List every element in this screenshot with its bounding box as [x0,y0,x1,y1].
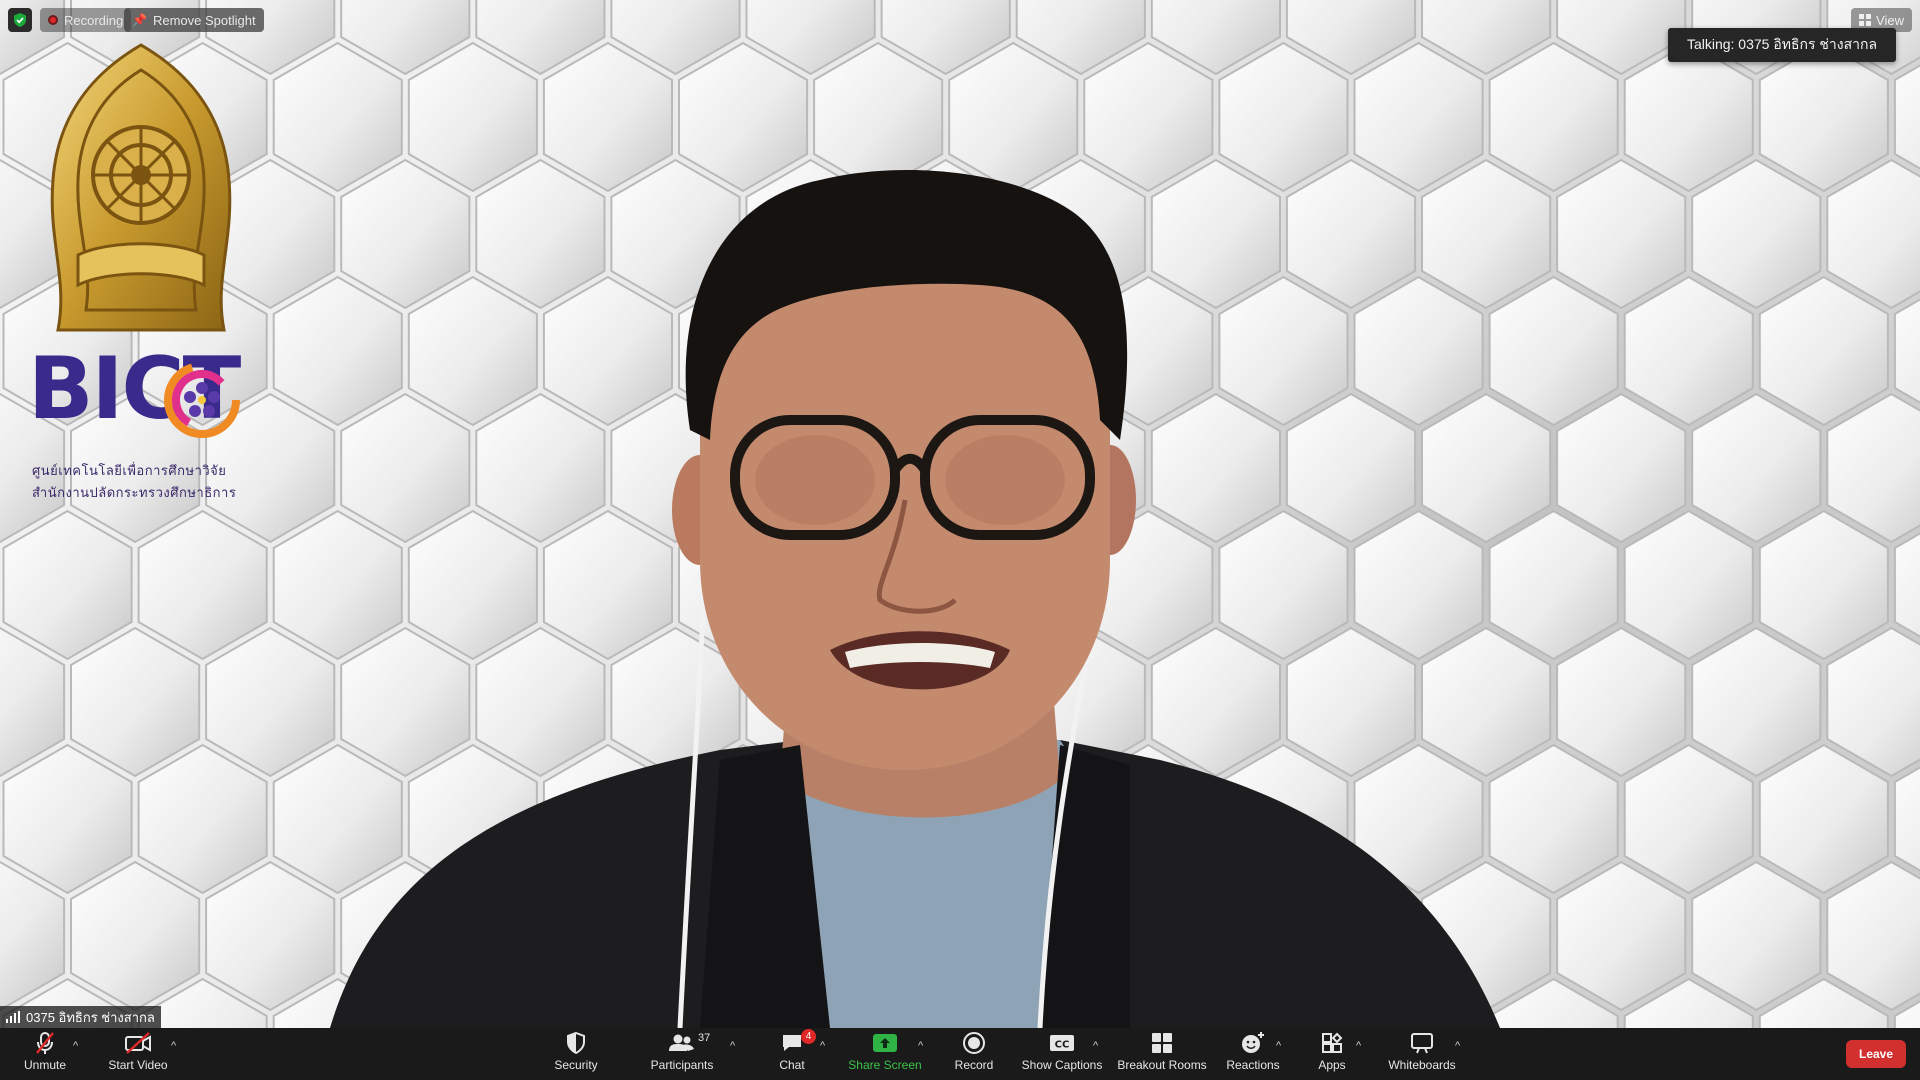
whiteboards-options-chevron-up-icon[interactable]: ^ [1455,1040,1460,1052]
video-options-chevron-up-icon[interactable]: ^ [171,1040,176,1052]
view-label: View [1876,12,1904,28]
show-captions-label: Show Captions [1021,1058,1103,1072]
participants-count: 37 [698,1032,711,1044]
reactions-button[interactable]: Reactions [1224,1028,1282,1080]
reactions-options-chevron-up-icon[interactable]: ^ [1276,1040,1281,1052]
unmute-button[interactable]: Unmute [14,1028,76,1080]
record-button[interactable]: Record [946,1028,1002,1080]
closed-captions-icon: CC [1050,1035,1074,1051]
record-icon [963,1032,985,1054]
chat-options-chevron-up-icon[interactable]: ^ [820,1040,825,1052]
shield-icon [567,1031,585,1055]
record-label: Record [954,1058,994,1072]
recording-dot-icon [48,15,58,25]
breakout-rooms-label: Breakout Rooms [1117,1058,1207,1072]
speaker-person [330,170,1500,1028]
speaker-video: BICT ศูนย์เทคโนโลยีเพื่อการศึกษาวิจัย สำ… [0,0,1920,1028]
recording-label: Recording [64,12,124,28]
apps-options-chevron-up-icon[interactable]: ^ [1356,1040,1361,1052]
show-captions-button[interactable]: CC Show Captions [1020,1028,1104,1080]
apps-button[interactable]: Apps [1310,1028,1354,1080]
breakout-rooms-grid-icon [1152,1033,1172,1053]
chat-button[interactable]: 4 Chat [764,1028,820,1080]
talking-indicator: Talking: 0375 อิทธิกร ช่างสากล [1668,28,1896,62]
video-camera-off-icon [125,1032,151,1054]
whiteboards-button[interactable]: Whiteboards [1384,1028,1460,1080]
whiteboards-label: Whiteboards [1388,1058,1456,1072]
meeting-toolbar: Unmute ^ Start Video ^ Security Particip… [0,1028,1920,1080]
bict-org-name-line2: สำนักงานปลัดกระทรวงศึกษาธิการ [32,485,237,500]
shield-check-icon [14,13,26,27]
view-grid-icon [1859,14,1872,26]
ministry-emblem-logo [50,43,232,332]
zoom-meeting-window: BICT ศูนย์เทคโนโลยีเพื่อการศึกษาวิจัย สำ… [0,0,1920,1080]
participants-options-chevron-up-icon[interactable]: ^ [730,1040,735,1052]
svg-text:CC: CC [1055,1040,1070,1051]
participant-name: 0375 อิทธิกร ช่างสากล [26,1009,155,1025]
share-options-chevron-up-icon[interactable]: ^ [918,1040,923,1052]
breakout-rooms-button[interactable]: Breakout Rooms [1116,1028,1208,1080]
pin-icon: 📌 [132,13,147,27]
participants-label: Participants [650,1058,714,1072]
chat-label: Chat [779,1058,805,1072]
start-video-label: Start Video [108,1058,168,1072]
security-shield-indicator[interactable] [8,8,32,32]
captions-options-chevron-up-icon[interactable]: ^ [1093,1040,1098,1052]
unmute-label: Unmute [23,1058,67,1072]
share-screen-label: Share Screen [848,1058,922,1072]
start-video-button[interactable]: Start Video [102,1028,174,1080]
share-screen-button[interactable]: Share Screen [846,1028,924,1080]
bict-flower-icon [164,362,240,438]
reactions-label: Reactions [1226,1058,1280,1072]
smiley-plus-icon [1242,1032,1264,1053]
security-button[interactable]: Security [548,1028,604,1080]
remove-spotlight-button[interactable]: 📌 Remove Spotlight [124,8,264,32]
apps-icon [1322,1032,1343,1053]
audio-options-chevron-up-icon[interactable]: ^ [73,1040,78,1052]
security-label: Security [554,1058,598,1072]
recording-indicator[interactable]: Recording [40,8,132,32]
participants-icon [669,1034,694,1051]
microphone-muted-icon [36,1032,54,1054]
whiteboard-icon [1411,1033,1433,1054]
signal-strength-icon [6,1011,20,1023]
leave-button[interactable]: Leave [1846,1040,1906,1068]
chat-unread-badge: 4 [801,1029,816,1044]
bict-org-name-line1: ศูนย์เทคโนโลยีเพื่อการศึกษาวิจัย [32,463,227,478]
apps-label: Apps [1318,1058,1346,1072]
share-screen-arrow-icon [873,1034,897,1052]
remove-spotlight-label: Remove Spotlight [152,12,256,28]
bict-logo: BICT ศูนย์เทคโนโลยีเพื่อการศึกษาวิจัย สำ… [28,346,258,506]
participant-name-tag: 0375 อิทธิกร ช่างสากล [0,1006,161,1028]
